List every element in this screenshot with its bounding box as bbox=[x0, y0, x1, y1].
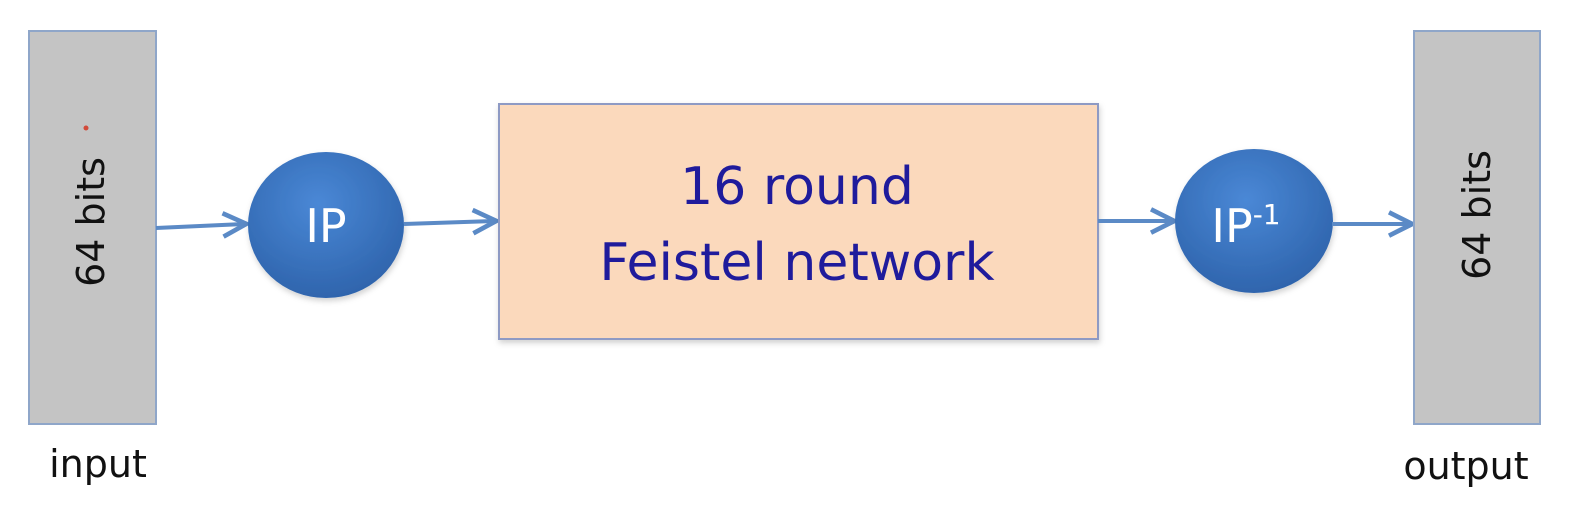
feistel-line2: Feistel network bbox=[599, 233, 994, 293]
input-caption: input bbox=[49, 442, 147, 486]
feistel-network-block: 16 round Feistel network bbox=[498, 103, 1099, 340]
output-block: 64 bits bbox=[1413, 30, 1541, 425]
output-caption: output bbox=[1403, 444, 1528, 488]
pointer-dot bbox=[83, 125, 89, 131]
arrow-input-to-ip bbox=[155, 224, 244, 228]
ip-node: IP bbox=[248, 152, 404, 298]
output-bits-label: 64 bits bbox=[1455, 150, 1499, 280]
des-structure-diagram: 64 bits input IP 16 round Feistel networ… bbox=[28, 30, 1541, 488]
ip-inverse-base: IP bbox=[1211, 199, 1252, 253]
ip-inverse-superscript: -1 bbox=[1253, 198, 1281, 231]
input-bits-label: 64 bits bbox=[69, 157, 113, 287]
feistel-rect bbox=[498, 103, 1099, 340]
ip-label: IP bbox=[305, 199, 346, 253]
feistel-line1: 16 round bbox=[680, 157, 914, 217]
ip-inverse-node: IP-1 bbox=[1175, 149, 1333, 293]
arrow-ip-to-feistel bbox=[403, 221, 494, 224]
input-block: 64 bits bbox=[28, 30, 157, 425]
